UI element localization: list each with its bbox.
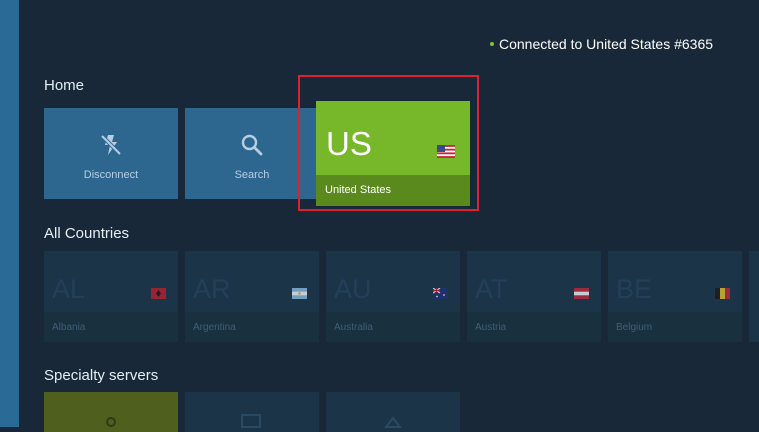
belgium-flag-icon — [715, 288, 730, 299]
country-name-band: Belgium — [608, 312, 742, 342]
connection-status-text: Connected to United States #6365 — [499, 36, 714, 52]
country-code: BE — [616, 274, 653, 304]
country-name: Argentina — [193, 322, 236, 333]
country-tile-australia[interactable]: AU Australia — [326, 251, 460, 342]
search-icon — [240, 132, 264, 158]
country-tile-partial[interactable] — [749, 251, 759, 342]
disconnect-button[interactable]: Disconnect — [44, 108, 178, 199]
country-name: Austria — [475, 322, 507, 333]
country-tile-argentina[interactable]: AR Argentina — [185, 251, 319, 342]
australia-flag-icon — [433, 288, 448, 299]
country-code: AL — [52, 274, 86, 304]
country-tile-austria[interactable]: AT Austria — [467, 251, 601, 342]
country-name: Australia — [334, 322, 373, 333]
specialty-tile-1[interactable] — [44, 392, 178, 432]
country-name-band: Argentina — [185, 312, 319, 342]
country-tile-albania[interactable]: AL Albania — [44, 251, 178, 342]
country-name: Belgium — [616, 322, 653, 333]
status-dot-icon — [490, 42, 494, 46]
specialty-tile-2[interactable] — [185, 392, 319, 432]
country-code: AU — [334, 274, 372, 304]
albania-flag-icon — [151, 288, 166, 299]
country-name: Albania — [52, 322, 86, 333]
connection-status: Connected to United States #6365 — [490, 35, 713, 53]
country-code: AT — [475, 274, 508, 304]
specialty-tile-3[interactable] — [326, 392, 460, 432]
country-name-band: Australia — [326, 312, 460, 342]
left-edge-bar — [0, 0, 19, 427]
disconnect-icon — [100, 132, 122, 158]
country-tile-belgium[interactable]: BE Belgium — [608, 251, 742, 342]
home-section-title: Home — [44, 77, 85, 94]
argentina-flag-icon — [292, 288, 307, 299]
search-label: Search — [234, 169, 270, 181]
disconnect-label: Disconnect — [83, 169, 139, 181]
austria-flag-icon — [574, 288, 589, 299]
country-name-band: Albania — [44, 312, 178, 342]
country-name-band: Austria — [467, 312, 601, 342]
country-code: AR — [193, 274, 231, 304]
focus-highlight-frame — [298, 75, 479, 211]
all-countries-title: All Countries — [44, 225, 130, 242]
specialty-servers-title: Specialty servers — [44, 367, 159, 384]
